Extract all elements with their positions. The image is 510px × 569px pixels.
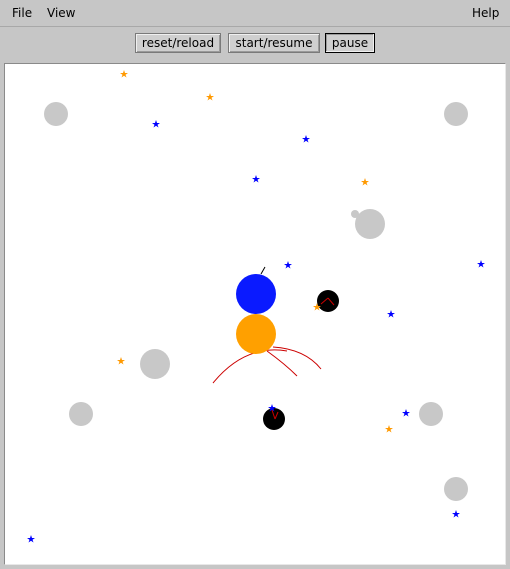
obstacle-circle bbox=[444, 102, 468, 126]
obstacle-circle bbox=[140, 349, 170, 379]
toolbar: reset/reload start/resume pause bbox=[0, 27, 510, 62]
orange-star-icon bbox=[117, 357, 125, 365]
blue-star-icon bbox=[387, 310, 395, 318]
menu-file[interactable]: File bbox=[12, 6, 32, 20]
tracer-arc bbox=[266, 350, 298, 377]
reset-reload-button[interactable]: reset/reload bbox=[135, 33, 221, 53]
blue-star-icon bbox=[252, 175, 260, 183]
simulation-svg bbox=[27, 70, 485, 543]
menu-help[interactable]: Help bbox=[472, 6, 499, 20]
blue-star-icon bbox=[402, 409, 410, 417]
blue-star-icon bbox=[27, 535, 35, 543]
orange-star-icon bbox=[120, 70, 128, 78]
orange-star-icon bbox=[206, 93, 214, 101]
pause-button[interactable]: pause bbox=[325, 33, 375, 53]
blue-star-icon bbox=[452, 510, 460, 518]
heading-indicator bbox=[260, 266, 266, 275]
blue-player-circle bbox=[236, 274, 276, 314]
enemy-circle bbox=[263, 408, 285, 430]
menu-view[interactable]: View bbox=[47, 6, 75, 20]
obstacle-circle bbox=[444, 477, 468, 501]
blue-star-icon bbox=[284, 261, 292, 269]
blue-star-icon bbox=[302, 135, 310, 143]
blue-star-icon bbox=[477, 260, 485, 268]
orange-player-circle bbox=[236, 314, 276, 354]
obstacle-circle bbox=[69, 402, 93, 426]
menu-bar: File View Help bbox=[0, 0, 510, 27]
tracer-arc bbox=[212, 349, 288, 384]
simulation-canvas[interactable] bbox=[4, 63, 506, 565]
enemy-circle bbox=[317, 290, 339, 312]
obstacle-circle bbox=[355, 209, 385, 239]
obstacle-circle bbox=[351, 210, 359, 218]
obstacle-circle bbox=[419, 402, 443, 426]
orange-star-icon bbox=[361, 178, 369, 186]
orange-star-icon bbox=[385, 425, 393, 433]
start-resume-button[interactable]: start/resume bbox=[228, 33, 320, 53]
blue-star-icon bbox=[152, 120, 160, 128]
obstacle-circle bbox=[44, 102, 68, 126]
